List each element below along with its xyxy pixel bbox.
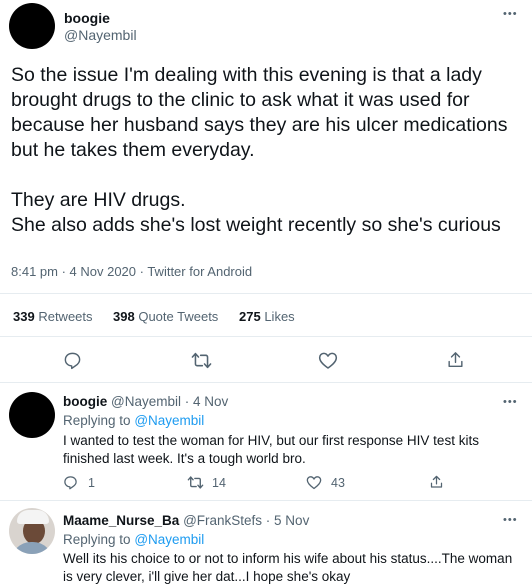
reply-handle-date[interactable]: @FrankStefs · 5 Nov (183, 513, 309, 528)
quote-tweets-stat[interactable]: 398 Quote Tweets (113, 309, 218, 324)
reply-text: Well its his choice to or not to inform … (63, 551, 513, 584)
retweets-count: 339 (13, 309, 35, 324)
more-options-icon[interactable]: ••• (503, 514, 518, 526)
reply-icon[interactable] (63, 475, 78, 490)
retweet-icon[interactable] (191, 351, 212, 370)
reply-icon[interactable] (63, 351, 82, 370)
likes-stat[interactable]: 275 Likes (239, 309, 295, 324)
replying-to-label: Replying to (63, 413, 131, 428)
more-options-icon[interactable]: ••• (503, 8, 518, 20)
likes-count: 275 (239, 309, 261, 324)
reply-handle-date[interactable]: @Nayembil · 4 Nov (111, 394, 228, 409)
retweets-label: Retweets (38, 309, 93, 324)
retweet-count: 14 (212, 476, 226, 490)
more-options-icon[interactable]: ••• (503, 396, 518, 408)
share-icon[interactable] (429, 474, 444, 490)
reply-header: boogie @Nayembil · 4 Nov (63, 394, 228, 409)
quotes-label: Quote Tweets (138, 309, 219, 324)
divider (0, 500, 532, 501)
tweet-text: So the issue I'm dealing with this eveni… (11, 64, 508, 236)
reply-header: Maame_Nurse_Ba @FrankStefs · 5 Nov (63, 513, 309, 528)
replying-to-link[interactable]: @Nayembil (134, 532, 204, 547)
author-handle[interactable]: @Nayembil (64, 27, 137, 43)
divider (0, 336, 532, 337)
replying-to-label: Replying to (63, 532, 131, 547)
retweets-stat[interactable]: 339 Retweets (13, 309, 93, 324)
avatar[interactable] (9, 3, 55, 49)
like-icon[interactable] (318, 351, 338, 370)
likes-label: Likes (264, 309, 295, 324)
reply-author-name[interactable]: boogie (63, 394, 107, 409)
author-name[interactable]: boogie (64, 10, 110, 26)
divider (0, 382, 532, 383)
avatar[interactable] (9, 508, 55, 554)
divider (0, 293, 532, 294)
avatar[interactable] (9, 392, 55, 438)
replying-to-link[interactable]: @Nayembil (134, 413, 204, 428)
reply-text: I wanted to test the woman for HIV, but … (63, 433, 479, 466)
avatar-photo-cap (17, 510, 49, 524)
tweet-timestamp[interactable]: 8:41 pm · 4 Nov 2020 · Twitter for Andro… (11, 264, 252, 279)
share-icon[interactable] (446, 350, 465, 370)
replying-to: Replying to @Nayembil (63, 413, 204, 428)
reply-author-name[interactable]: Maame_Nurse_Ba (63, 513, 179, 528)
like-icon[interactable] (306, 475, 322, 490)
retweet-icon[interactable] (187, 475, 204, 490)
reply-count: 1 (88, 476, 95, 490)
like-count: 43 (331, 476, 345, 490)
avatar-photo-shoulders (11, 542, 53, 554)
quotes-count: 398 (113, 309, 135, 324)
replying-to: Replying to @Nayembil (63, 532, 204, 547)
